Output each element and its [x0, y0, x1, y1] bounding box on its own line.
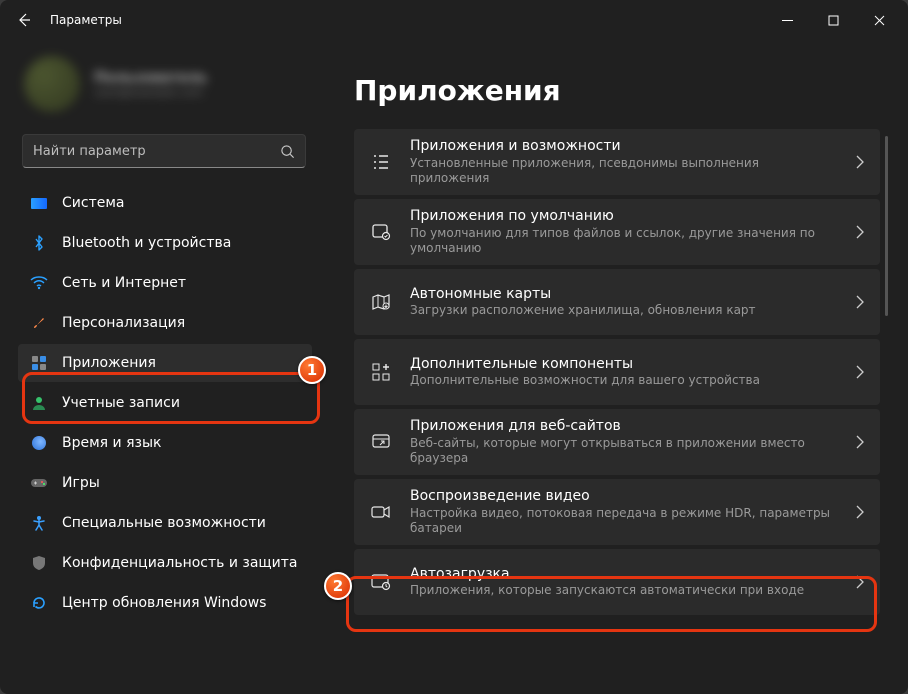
- chevron-right-icon: [856, 155, 864, 169]
- sidebar-item-label: Сеть и Интернет: [62, 275, 300, 291]
- accessibility-icon: [30, 514, 48, 532]
- nav-list: Система Bluetooth и устройства Сеть и Ин…: [18, 184, 312, 622]
- back-button[interactable]: [6, 2, 42, 38]
- chevron-right-icon: [856, 435, 864, 449]
- page-title: Приложения: [354, 74, 902, 107]
- chevron-right-icon: [856, 295, 864, 309]
- sidebar-item-label: Игры: [62, 475, 300, 491]
- chevron-right-icon: [856, 225, 864, 239]
- sidebar-item-label: Центр обновления Windows: [62, 595, 300, 611]
- card-descr: Настройка видео, потоковая передача в ре…: [410, 506, 838, 536]
- default-apps-icon: [370, 221, 392, 243]
- grid-plus-icon: [370, 361, 392, 383]
- sidebar-item-privacy[interactable]: Конфиденциальность и защита: [18, 544, 312, 582]
- profile-block[interactable]: Пользователь user@example.com: [18, 50, 312, 130]
- annotation-badge-2: 2: [324, 572, 352, 600]
- card-default-apps[interactable]: Приложения по умолчанию По умолчанию для…: [354, 199, 880, 265]
- settings-window: Параметры Пользователь user@example.com: [0, 0, 908, 694]
- card-descr: Приложения, которые запускаются автомати…: [410, 583, 838, 598]
- update-icon: [30, 594, 48, 612]
- sidebar-item-network[interactable]: Сеть и Интернет: [18, 264, 312, 302]
- close-button[interactable]: [856, 0, 902, 40]
- card-title: Автозагрузка: [410, 566, 838, 584]
- card-video-playback[interactable]: Воспроизведение видео Настройка видео, п…: [354, 479, 880, 545]
- app-title: Параметры: [50, 13, 122, 27]
- list-icon: [370, 151, 392, 173]
- annotation-badge-1: 1: [298, 356, 326, 384]
- apps-icon: [30, 354, 48, 372]
- sidebar-item-label: Учетные записи: [62, 395, 300, 411]
- card-apps-for-websites[interactable]: Приложения для веб-сайтов Веб-сайты, кот…: [354, 409, 880, 475]
- card-list: Приложения и возможности Установленные п…: [354, 129, 902, 615]
- sidebar-item-system[interactable]: Система: [18, 184, 312, 222]
- gamepad-icon: [30, 474, 48, 492]
- search-input[interactable]: [33, 144, 280, 159]
- sidebar-item-gaming[interactable]: Игры: [18, 464, 312, 502]
- close-icon: [874, 15, 885, 26]
- profile-text: Пользователь user@example.com: [94, 70, 207, 99]
- video-icon: [370, 501, 392, 523]
- chevron-right-icon: [856, 365, 864, 379]
- card-apps-features[interactable]: Приложения и возможности Установленные п…: [354, 129, 880, 195]
- search-icon: [280, 144, 295, 159]
- sidebar-item-label: Время и язык: [62, 435, 300, 451]
- search-box[interactable]: [22, 134, 306, 168]
- minimize-button[interactable]: [764, 0, 810, 40]
- card-optional-features[interactable]: Дополнительные компоненты Дополнительные…: [354, 339, 880, 405]
- wifi-icon: [30, 274, 48, 292]
- avatar: [24, 56, 80, 112]
- sidebar-item-bluetooth[interactable]: Bluetooth и устройства: [18, 224, 312, 262]
- profile-email: user@example.com: [94, 86, 207, 99]
- card-title: Приложения и возможности: [410, 138, 838, 156]
- sidebar-item-label: Система: [62, 195, 300, 211]
- sidebar-item-label: Специальные возможности: [62, 515, 300, 531]
- sidebar-item-label: Персонализация: [62, 315, 300, 331]
- minimize-icon: [782, 15, 793, 26]
- startup-icon: [370, 571, 392, 593]
- sidebar-item-label: Приложения: [62, 355, 300, 371]
- card-title: Воспроизведение видео: [410, 488, 838, 506]
- card-descr: Загрузки расположение хранилища, обновле…: [410, 303, 838, 318]
- bluetooth-icon: [30, 234, 48, 252]
- scrollbar[interactable]: [885, 136, 888, 316]
- card-descr: По умолчанию для типов файлов и ссылок, …: [410, 226, 838, 256]
- sidebar-item-apps[interactable]: Приложения: [18, 344, 312, 382]
- card-descr: Установленные приложения, псевдонимы вып…: [410, 156, 838, 186]
- card-title: Автономные карты: [410, 286, 838, 304]
- sidebar-item-accessibility[interactable]: Специальные возможности: [18, 504, 312, 542]
- card-title: Приложения для веб-сайтов: [410, 418, 838, 436]
- map-icon: [370, 291, 392, 313]
- titlebar: Параметры: [0, 0, 908, 40]
- sidebar-item-label: Конфиденциальность и защита: [62, 555, 300, 571]
- card-title: Приложения по умолчанию: [410, 208, 838, 226]
- card-descr: Дополнительные возможности для вашего ус…: [410, 373, 838, 388]
- chevron-right-icon: [856, 575, 864, 589]
- main-content: Приложения Приложения и возможности Уста…: [320, 40, 908, 694]
- maximize-icon: [828, 15, 839, 26]
- maximize-button[interactable]: [810, 0, 856, 40]
- sidebar-item-accounts[interactable]: Учетные записи: [18, 384, 312, 422]
- card-descr: Веб-сайты, которые могут открываться в п…: [410, 436, 838, 466]
- person-icon: [30, 394, 48, 412]
- sidebar-item-personalization[interactable]: Персонализация: [18, 304, 312, 342]
- globe-clock-icon: [30, 434, 48, 452]
- shield-icon: [30, 554, 48, 572]
- window-link-icon: [370, 431, 392, 453]
- sidebar: Пользователь user@example.com Система: [0, 40, 320, 694]
- sidebar-item-time-language[interactable]: Время и язык: [18, 424, 312, 462]
- system-icon: [30, 194, 48, 212]
- card-offline-maps[interactable]: Автономные карты Загрузки расположение х…: [354, 269, 880, 335]
- arrow-left-icon: [16, 12, 32, 28]
- profile-name: Пользователь: [94, 70, 207, 86]
- chevron-right-icon: [856, 505, 864, 519]
- sidebar-item-windows-update[interactable]: Центр обновления Windows: [18, 584, 312, 622]
- window-controls: [764, 0, 902, 40]
- card-startup[interactable]: Автозагрузка Приложения, которые запуска…: [354, 549, 880, 615]
- sidebar-item-label: Bluetooth и устройства: [62, 235, 300, 251]
- card-title: Дополнительные компоненты: [410, 356, 838, 374]
- brush-icon: [30, 314, 48, 332]
